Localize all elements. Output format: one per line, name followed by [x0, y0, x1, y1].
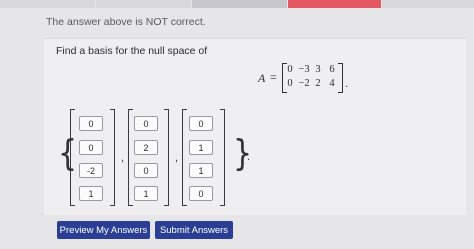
- vector-2-entry-1-input[interactable]: 0: [134, 116, 158, 131]
- vector-3-entry-3-input[interactable]: 1: [189, 163, 213, 178]
- submit-answers-button[interactable]: Submit Answers: [155, 221, 233, 239]
- vector-1-bracket-left: [70, 109, 75, 206]
- top-progress-bar: [0, 0, 474, 8]
- vector-separator: ,: [175, 152, 179, 164]
- top-bar-segment-5: [382, 0, 474, 8]
- preview-answers-button[interactable]: Preview My Answers: [57, 221, 150, 239]
- vector-1-entry-4-input[interactable]: 1: [79, 186, 103, 201]
- vector-3-entry-2-input[interactable]: 1: [189, 140, 213, 155]
- vector-2-bracket-right: [164, 109, 169, 206]
- answer-status-message: The answer above is NOT correct.: [46, 16, 206, 28]
- problem-panel: [44, 38, 466, 215]
- vector-1-entry-2-input[interactable]: 0: [79, 140, 103, 155]
- vector-3-bracket-right: [220, 109, 225, 206]
- equals-sign: =: [270, 70, 277, 84]
- top-bar-segment-1: [0, 0, 95, 8]
- vector-1-bracket-right: [110, 109, 115, 206]
- vector-1-entry-3-input[interactable]: -2: [79, 163, 103, 178]
- vector-1-entry-1-input[interactable]: 0: [79, 116, 103, 131]
- matrix-period: .: [345, 76, 348, 90]
- vector-2-entry-3-input[interactable]: 0: [134, 163, 158, 178]
- matrix-bracket-right: [338, 63, 343, 93]
- top-bar-segment-2: [96, 0, 191, 8]
- vector-3-entry-1-input[interactable]: 0: [189, 116, 213, 131]
- answer-period: .: [247, 151, 251, 163]
- vector-2-bracket-left: [128, 109, 133, 206]
- top-bar-segment-4: [288, 0, 381, 8]
- vector-3-entry-4-input[interactable]: 0: [189, 186, 213, 201]
- vector-2-entry-4-input[interactable]: 1: [134, 186, 158, 201]
- top-bar-segment-3: [192, 0, 287, 8]
- vector-3-bracket-left: [182, 109, 187, 206]
- vector-2-entry-2-input[interactable]: 2: [134, 140, 158, 155]
- vector-separator: ,: [121, 152, 125, 164]
- question-prompt: Find a basis for the null space of: [56, 45, 208, 57]
- matrix-label: A: [258, 71, 266, 85]
